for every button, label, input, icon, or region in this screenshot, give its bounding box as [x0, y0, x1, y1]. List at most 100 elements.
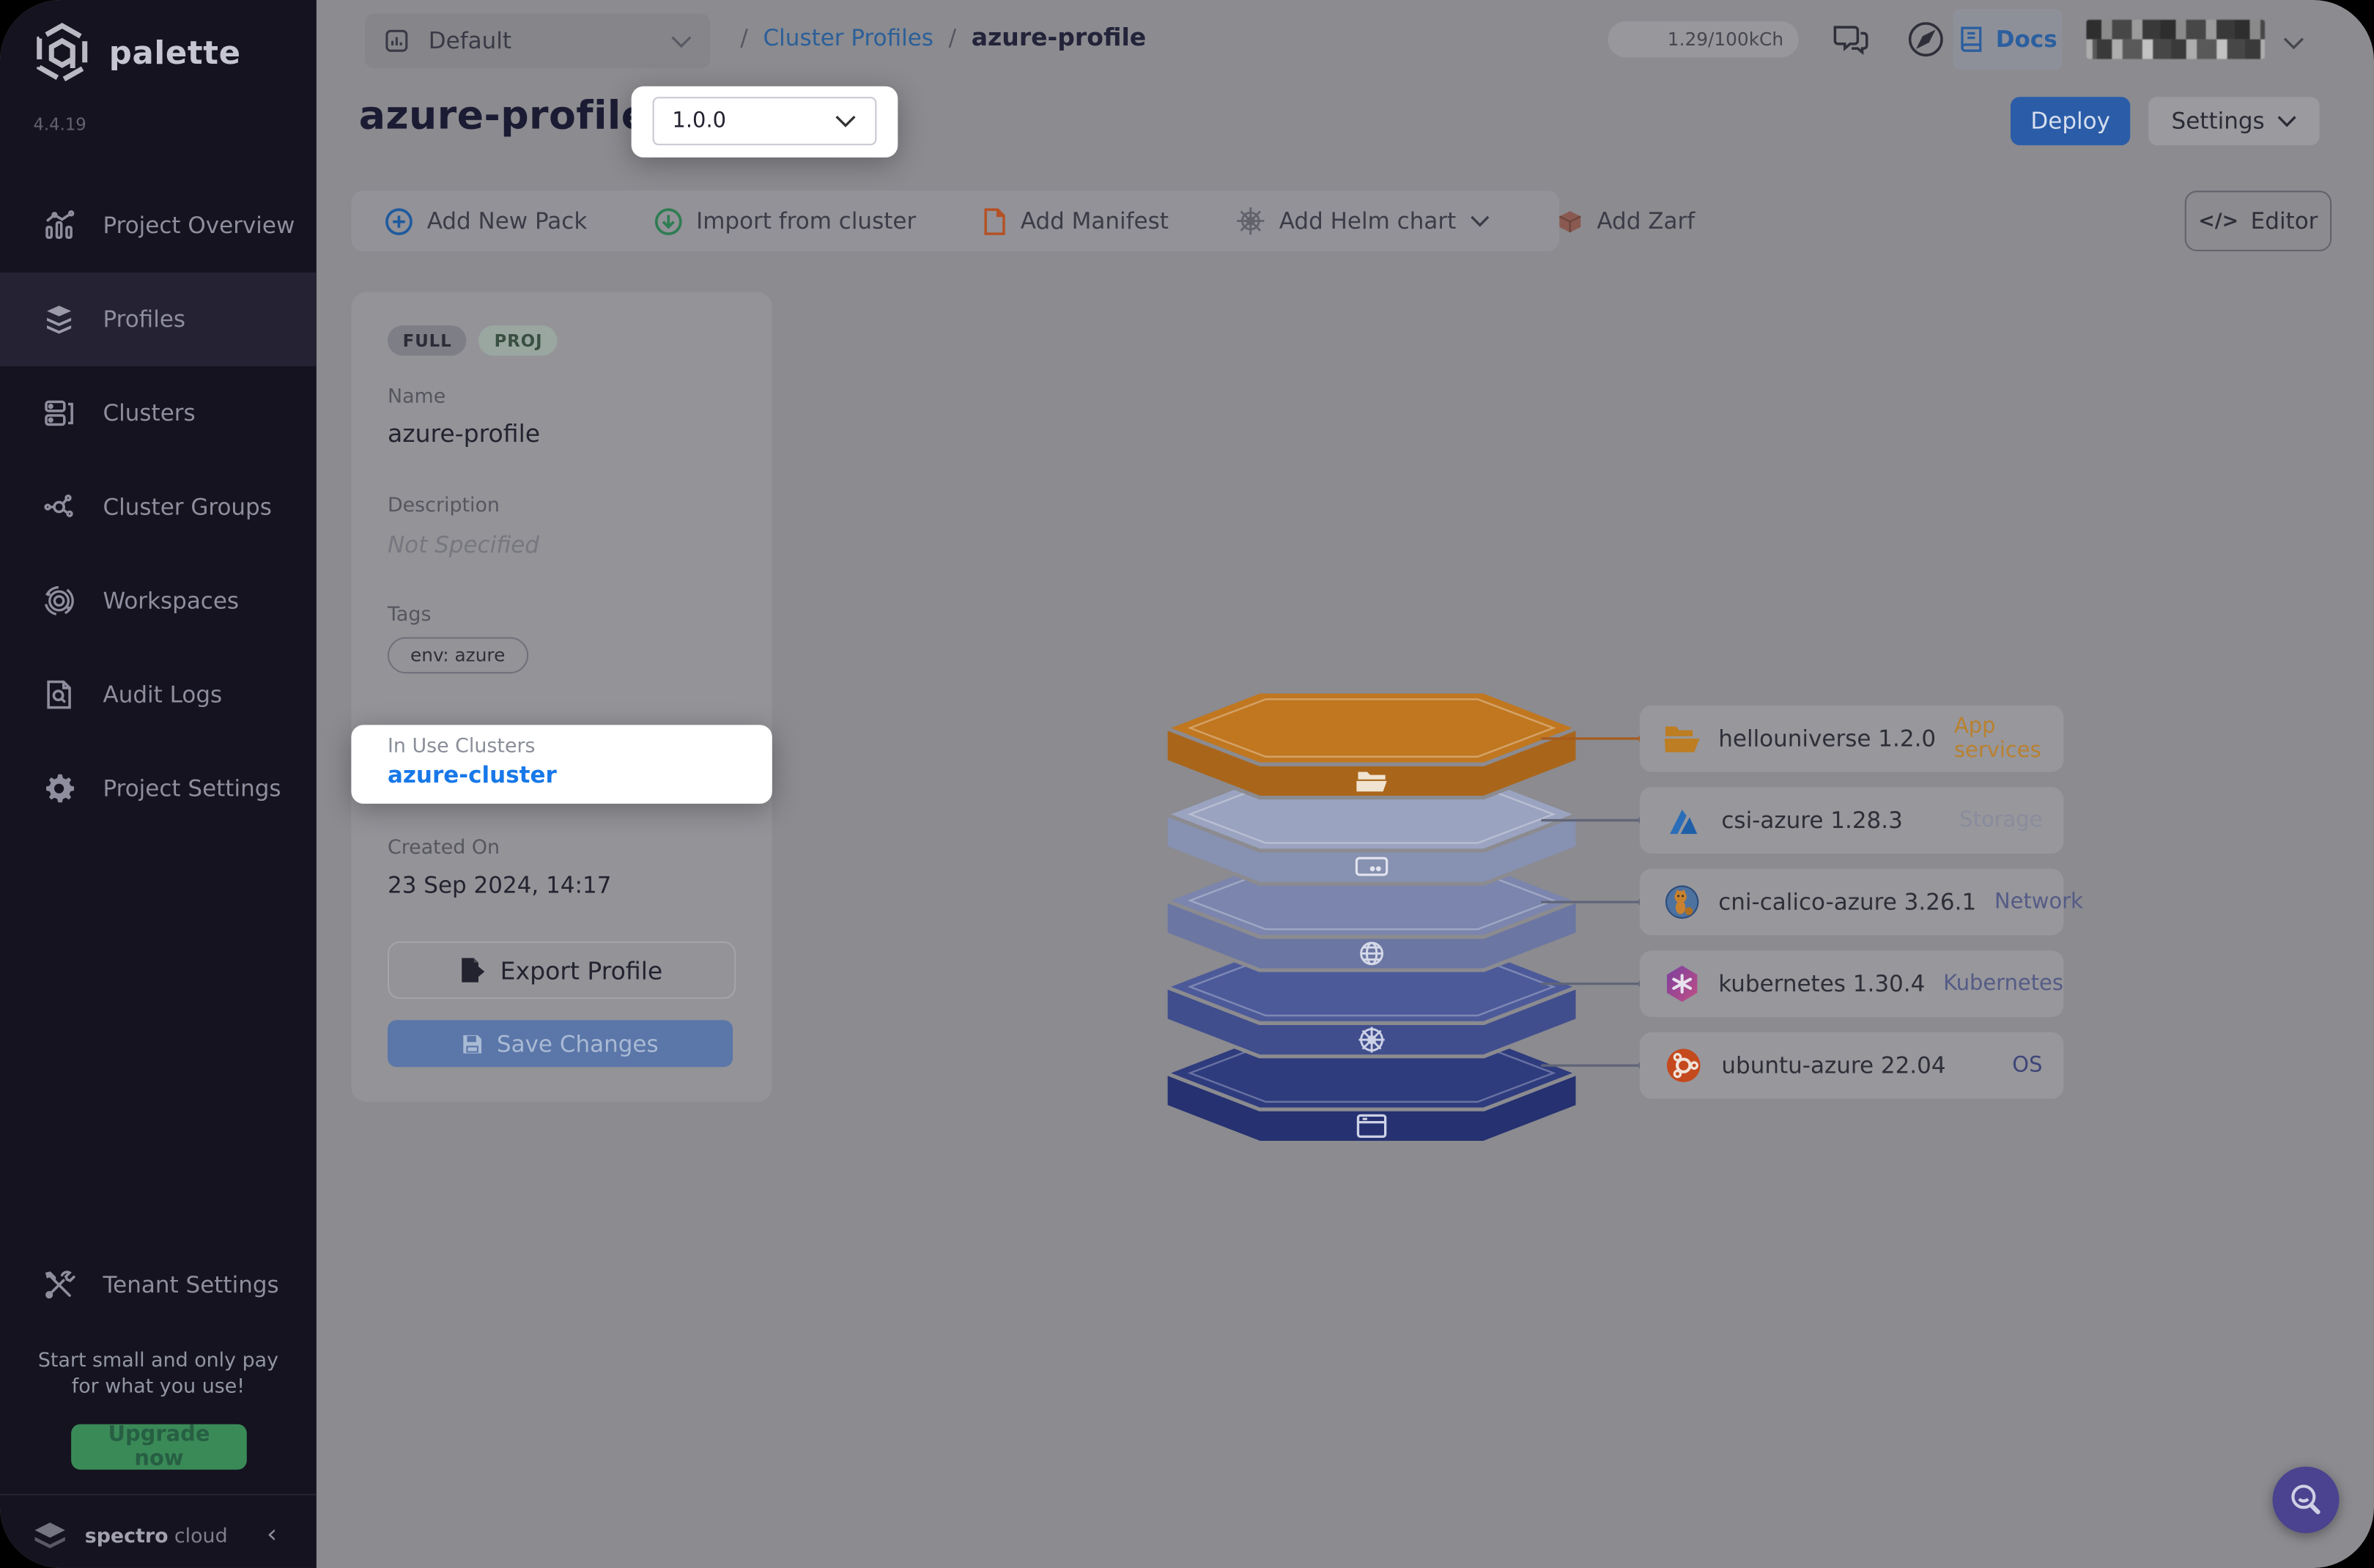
gear-icon [42, 772, 75, 805]
sidebar-item-profiles[interactable]: Profiles [0, 273, 317, 366]
app-version: 4.4.19 [33, 115, 86, 135]
layer-connectors [1535, 696, 1656, 1090]
save-changes-button[interactable]: Save Changes [388, 1020, 733, 1067]
palette-app-window: palette 4.4.19 Project Overview Profiles… [0, 0, 2374, 1568]
helm-wheel-icon [1235, 206, 1265, 236]
pack-toolbar: Add New Pack Import from cluster Add Man… [351, 191, 1559, 251]
export-profile-button[interactable]: Export Profile [388, 942, 736, 999]
compass-icon[interactable] [1904, 18, 1947, 67]
circle-import-icon [654, 207, 682, 235]
toolbar-item-label: Add Helm chart [1279, 207, 1456, 234]
kubernetes-icon [1664, 964, 1701, 1004]
footer-brand-secondary: cloud [174, 1525, 228, 1547]
sidebar-divider [0, 1494, 317, 1495]
chevron-down-icon [2277, 115, 2296, 127]
sidebar-item-label: Audit Logs [103, 681, 223, 709]
pack-row-kubernetes[interactable]: kubernetes 1.30.4 Kubernetes [1640, 950, 2064, 1017]
save-icon [462, 1033, 483, 1054]
scope-badge-full: FULL [388, 325, 467, 355]
toolbar-item-label: Add New Pack [427, 207, 588, 234]
add-helm-chart-button[interactable]: Add Helm chart [1235, 206, 1490, 236]
scope-badge-proj: PROJ [479, 325, 558, 355]
profiles-icon [42, 303, 75, 336]
user-name-redacted[interactable] [2086, 20, 2265, 59]
created-on-label: Created On [388, 837, 500, 859]
name-label: Name [388, 386, 445, 409]
sidebar: palette 4.4.19 Project Overview Profiles… [0, 0, 317, 1568]
azure-cluster-link[interactable]: azure-cluster [388, 761, 557, 788]
sidebar-item-tenant-settings[interactable]: Tenant Settings [0, 1243, 317, 1328]
toolbar-item-label: Import from cluster [696, 207, 916, 234]
redaction-blur [2086, 40, 2265, 59]
pack-row-hellouniverse[interactable]: hellouniverse 1.2.0 App services [1640, 706, 2064, 772]
sidebar-item-label: Cluster Groups [103, 493, 272, 520]
sidebar-item-clusters[interactable]: Clusters [0, 366, 317, 460]
tag-pill: env: azure [388, 637, 528, 674]
save-changes-label: Save Changes [497, 1030, 659, 1057]
import-from-cluster-button[interactable]: Import from cluster [654, 207, 916, 235]
pack-category: Storage [1959, 808, 2042, 832]
promo-line2: for what you use! [0, 1375, 317, 1400]
pack-category: Network [1994, 890, 2083, 914]
pack-row-cni-calico-azure[interactable]: cni-calico-azure 3.26.1 Network [1640, 869, 2064, 936]
deploy-button[interactable]: Deploy [2011, 97, 2130, 145]
upgrade-now-button[interactable]: Upgrade now [71, 1424, 247, 1470]
profile-layer-stack [1166, 689, 1578, 1149]
settings-label: Settings [2172, 108, 2265, 135]
sidebar-item-project-overview[interactable]: Project Overview [0, 179, 317, 273]
screenshot-stage: palette 4.4.19 Project Overview Profiles… [0, 0, 2374, 1568]
sidebar-item-cluster-groups[interactable]: Cluster Groups [0, 460, 317, 554]
pack-row-ubuntu-azure[interactable]: ubuntu-azure 22.04 OS [1640, 1032, 2064, 1099]
book-icon [1958, 24, 1985, 54]
ubuntu-icon [1664, 1046, 1704, 1085]
breadcrumb-cluster-profiles[interactable]: Cluster Profiles [763, 23, 933, 51]
pack-name: cni-calico-azure 3.26.1 [1718, 889, 1976, 916]
workspaces-icon [42, 584, 75, 617]
profile-name-value: azure-profile [388, 419, 540, 448]
editor-label: Editor [2251, 207, 2318, 234]
folder-icon [1664, 719, 1701, 758]
add-zarf-button[interactable]: Add Zarf [1556, 207, 1696, 234]
settings-button[interactable]: Settings [2148, 97, 2319, 145]
chat-icon[interactable] [1829, 18, 1871, 67]
in-use-clusters-label: In Use Clusters [388, 736, 536, 758]
profile-details-card: FULL PROJ Name azure-profile Description… [351, 292, 772, 1102]
sidebar-item-label: Project Settings [103, 775, 281, 802]
brand-name: palette [109, 35, 241, 72]
sidebar-item-workspaces[interactable]: Workspaces [0, 554, 317, 648]
chevron-down-icon [1470, 215, 1490, 227]
clusters-icon [42, 396, 75, 429]
user-menu-chevron-icon[interactable] [2283, 27, 2304, 56]
sidebar-collapse-chevron[interactable]: ‹ [267, 1520, 277, 1550]
promo-line1: Start small and only pay [0, 1348, 317, 1374]
manifest-file-icon [983, 207, 1007, 235]
sidebar-item-label: Tenant Settings [103, 1271, 279, 1298]
page-title: azure-profile [359, 94, 648, 139]
project-icon [383, 27, 410, 54]
version-select[interactable]: 1.0.0 [653, 97, 877, 145]
export-icon [461, 956, 485, 983]
pack-name: csi-azure 1.28.3 [1721, 807, 1941, 834]
search-fab[interactable] [2273, 1467, 2340, 1534]
breadcrumb: / Cluster Profiles / azure-profile [740, 23, 1146, 51]
pack-category: Kubernetes [1943, 972, 2063, 996]
editor-button[interactable]: </> Editor [2185, 191, 2332, 251]
docs-button[interactable]: Docs [1953, 9, 2063, 70]
sidebar-item-project-settings[interactable]: Project Settings [0, 742, 317, 835]
sidebar-item-audit-logs[interactable]: Audit Logs [0, 648, 317, 742]
spectro-cloud-logo-icon [33, 1518, 66, 1555]
sidebar-item-label: Profiles [103, 306, 186, 333]
description-value: Not Specified [388, 531, 539, 558]
docs-label: Docs [1996, 26, 2057, 53]
azure-icon [1664, 801, 1704, 840]
breadcrumb-current: azure-profile [972, 23, 1146, 51]
add-new-pack-button[interactable]: Add New Pack [385, 207, 587, 235]
pack-category: App services [1954, 714, 2042, 763]
toolbar-item-label: Add Manifest [1021, 207, 1169, 234]
breadcrumb-separator: / [949, 23, 956, 51]
in-use-clusters-spotlight: In Use Clusters azure-cluster [351, 725, 772, 803]
add-manifest-button[interactable]: Add Manifest [983, 207, 1169, 235]
pack-row-csi-azure[interactable]: csi-azure 1.28.3 Storage [1640, 787, 2064, 854]
project-selector[interactable]: Default [365, 14, 710, 68]
app-services-layer[interactable] [1166, 692, 1578, 798]
